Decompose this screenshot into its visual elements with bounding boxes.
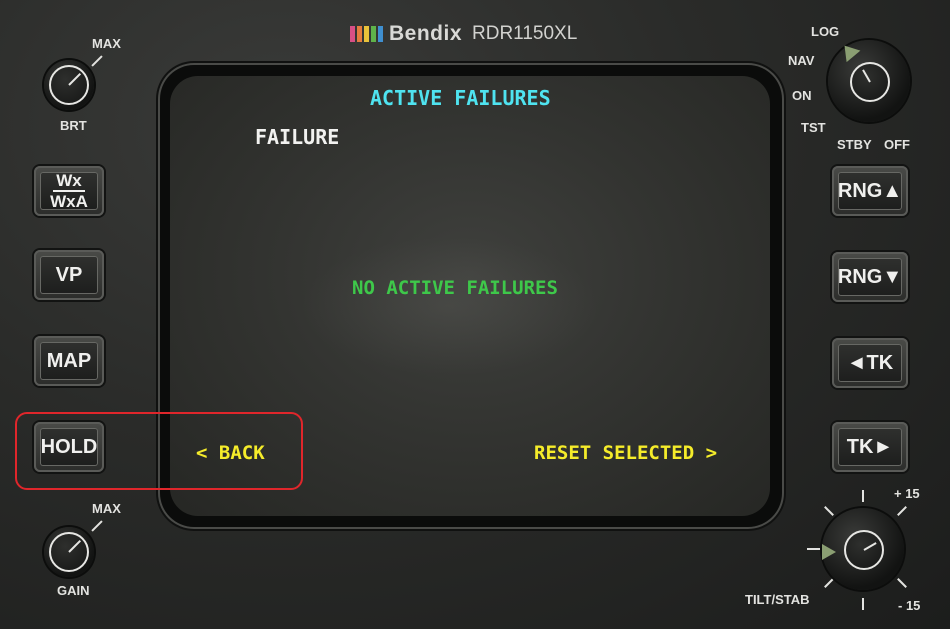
wx-label: Wx [53,171,85,192]
tilt-plus-label: + 15 [894,486,920,501]
tilt-stab-label: TILT/STAB [745,592,810,607]
brt-max-label: MAX [92,36,121,51]
mode-off-label: OFF [884,137,910,152]
tilt-minus-label: - 15 [898,598,921,613]
rng-down-label: RNG▼ [837,265,903,288]
tilt-pointer-icon [822,544,836,560]
mode-tst-label: TST [801,120,826,135]
mode-nav-label: NAV [788,53,815,68]
gain-max-label: MAX [92,501,121,516]
hold-back-highlight [15,412,303,490]
track-left-button[interactable]: ◄TK [832,338,908,388]
wxa-label: WxA [50,192,88,211]
brt-label: BRT [60,118,87,133]
range-up-button[interactable]: RNG▲ [832,166,908,216]
wx-wxa-button[interactable]: Wx WxA [34,166,104,216]
bendix-logo-bars [350,26,383,42]
vp-label: VP [55,263,83,286]
page-title: ACTIVE FAILURES [370,86,551,110]
tk-left-label: ◄TK [846,351,894,374]
reset-selected-softkey-label[interactable]: RESET SELECTED > [534,442,717,464]
mode-log-label: LOG [811,24,840,39]
gain-label: GAIN [57,583,90,598]
tk-right-label: TK► [846,435,894,458]
map-button[interactable]: MAP [34,336,104,386]
track-right-button[interactable]: TK► [832,422,908,472]
mode-selector-knob[interactable] [828,39,910,122]
brand-name: Bendix [389,22,463,45]
brand-model: RDR1150XL [472,23,578,44]
tilt-stab-knob[interactable] [822,508,904,590]
failure-column-header: FAILURE [255,125,340,149]
gain-knob[interactable] [44,527,94,577]
mode-stby-label: STBY [837,137,872,152]
brightness-knob[interactable] [44,60,94,110]
vp-button[interactable]: VP [34,250,104,300]
map-label: MAP [46,349,92,372]
brand-header: Bendix RDR1150XL [350,20,577,48]
mode-on-label: ON [792,88,812,103]
no-failures-message: NO ACTIVE FAILURES [352,277,558,299]
range-down-button[interactable]: RNG▼ [832,252,908,302]
rng-up-label: RNG▲ [837,179,903,202]
